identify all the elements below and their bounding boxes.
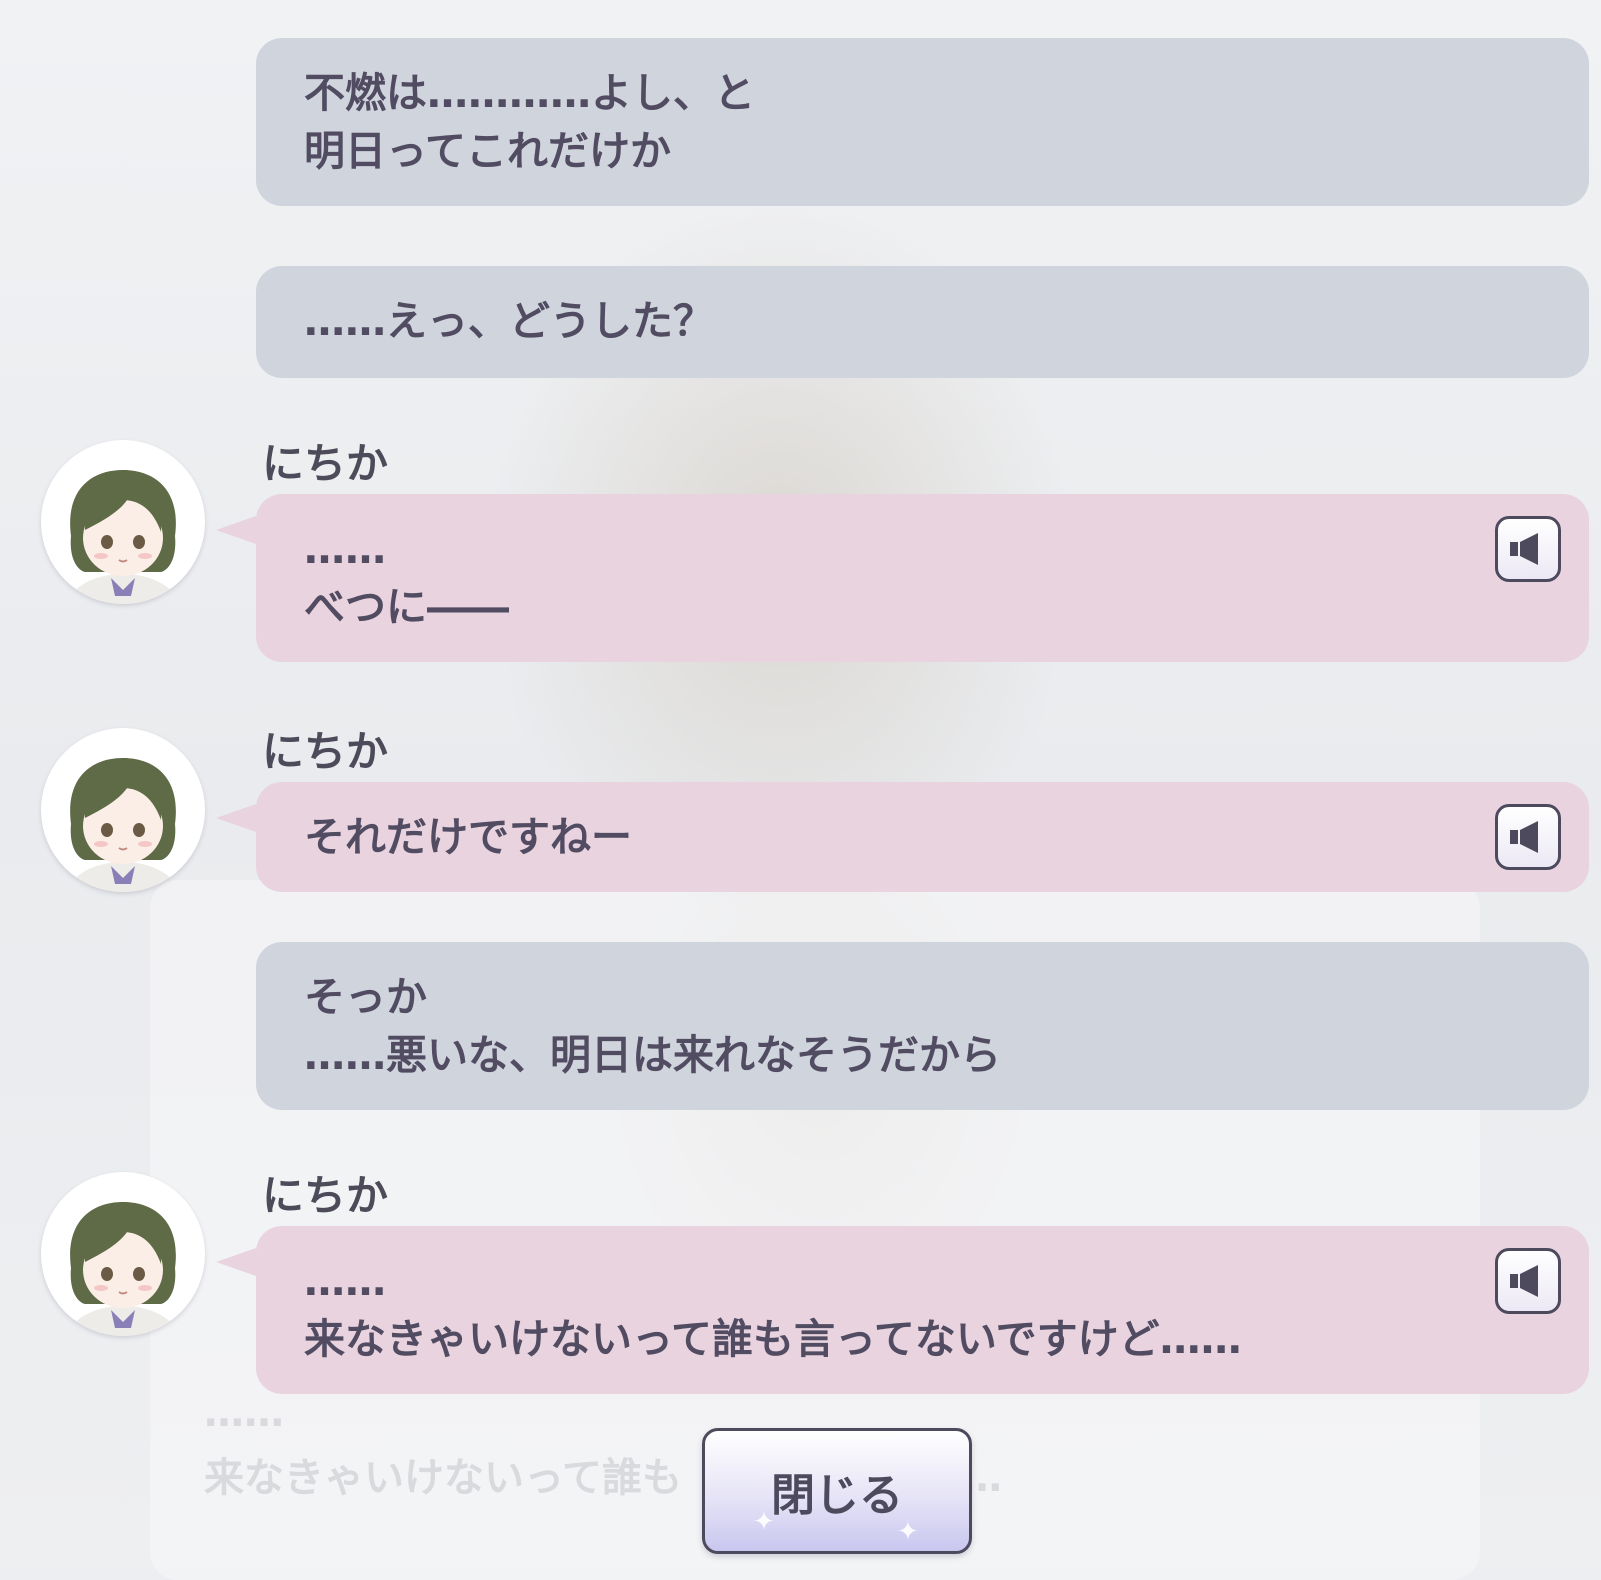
close-button[interactable]: 閉じる ✦ ✦	[702, 1428, 972, 1554]
message-line: ……	[304, 1257, 386, 1305]
message-line: ……えっ、どうした？	[304, 297, 714, 345]
speaker-name: にちか	[262, 1171, 389, 1220]
own-message-bubble: 不燃は…………よし、と 明日ってこれだけか	[256, 38, 1589, 206]
message-line: べつに――	[304, 583, 509, 631]
character-avatar-icon	[67, 1202, 179, 1336]
message-log[interactable]: 不燃は…………よし、と 明日ってこれだけか ……えっ、どうした？ にちか …… …	[0, 0, 1601, 1568]
message-line: 明日ってこれだけか	[304, 127, 671, 175]
character-avatar	[41, 440, 205, 604]
speaker-icon	[1510, 821, 1538, 853]
character-message-bubble: …… べつに――	[216, 494, 1589, 662]
speaker-icon	[1510, 1265, 1538, 1297]
character-message-bubble: それだけですねー	[216, 782, 1589, 892]
own-message-bubble: そっか ……悪いな、明日は来れなそうだから	[256, 942, 1589, 1110]
voice-play-button[interactable]	[1495, 1248, 1561, 1314]
speaker-name: にちか	[262, 727, 389, 776]
own-message-bubble: ……えっ、どうした？	[256, 266, 1589, 378]
message-line: 不燃は…………よし、と	[304, 69, 755, 117]
character-avatar	[41, 1172, 205, 1336]
message-line: それだけですねー	[304, 813, 632, 861]
character-message-bubble: …… 来なきゃいけないって誰も言ってないですけど……	[216, 1226, 1589, 1394]
message-line: ……悪いな、明日は来れなそうだから	[304, 1031, 1001, 1079]
character-avatar-icon	[67, 470, 179, 604]
voice-play-button[interactable]	[1495, 516, 1561, 582]
speaker-name: にちか	[262, 439, 389, 488]
character-avatar-icon	[67, 758, 179, 892]
message-line: 来なきゃいけないって誰も言ってないですけど……	[304, 1315, 1242, 1363]
speaker-icon	[1510, 533, 1538, 565]
sparkle-icon: ✦	[753, 1507, 775, 1537]
close-button-label: 閉じる	[771, 1470, 903, 1521]
sparkle-icon: ✦	[897, 1517, 919, 1547]
voice-play-button[interactable]	[1495, 804, 1561, 870]
message-line: そっか	[304, 973, 427, 1021]
message-line: ……	[304, 525, 386, 573]
character-avatar	[41, 728, 205, 892]
